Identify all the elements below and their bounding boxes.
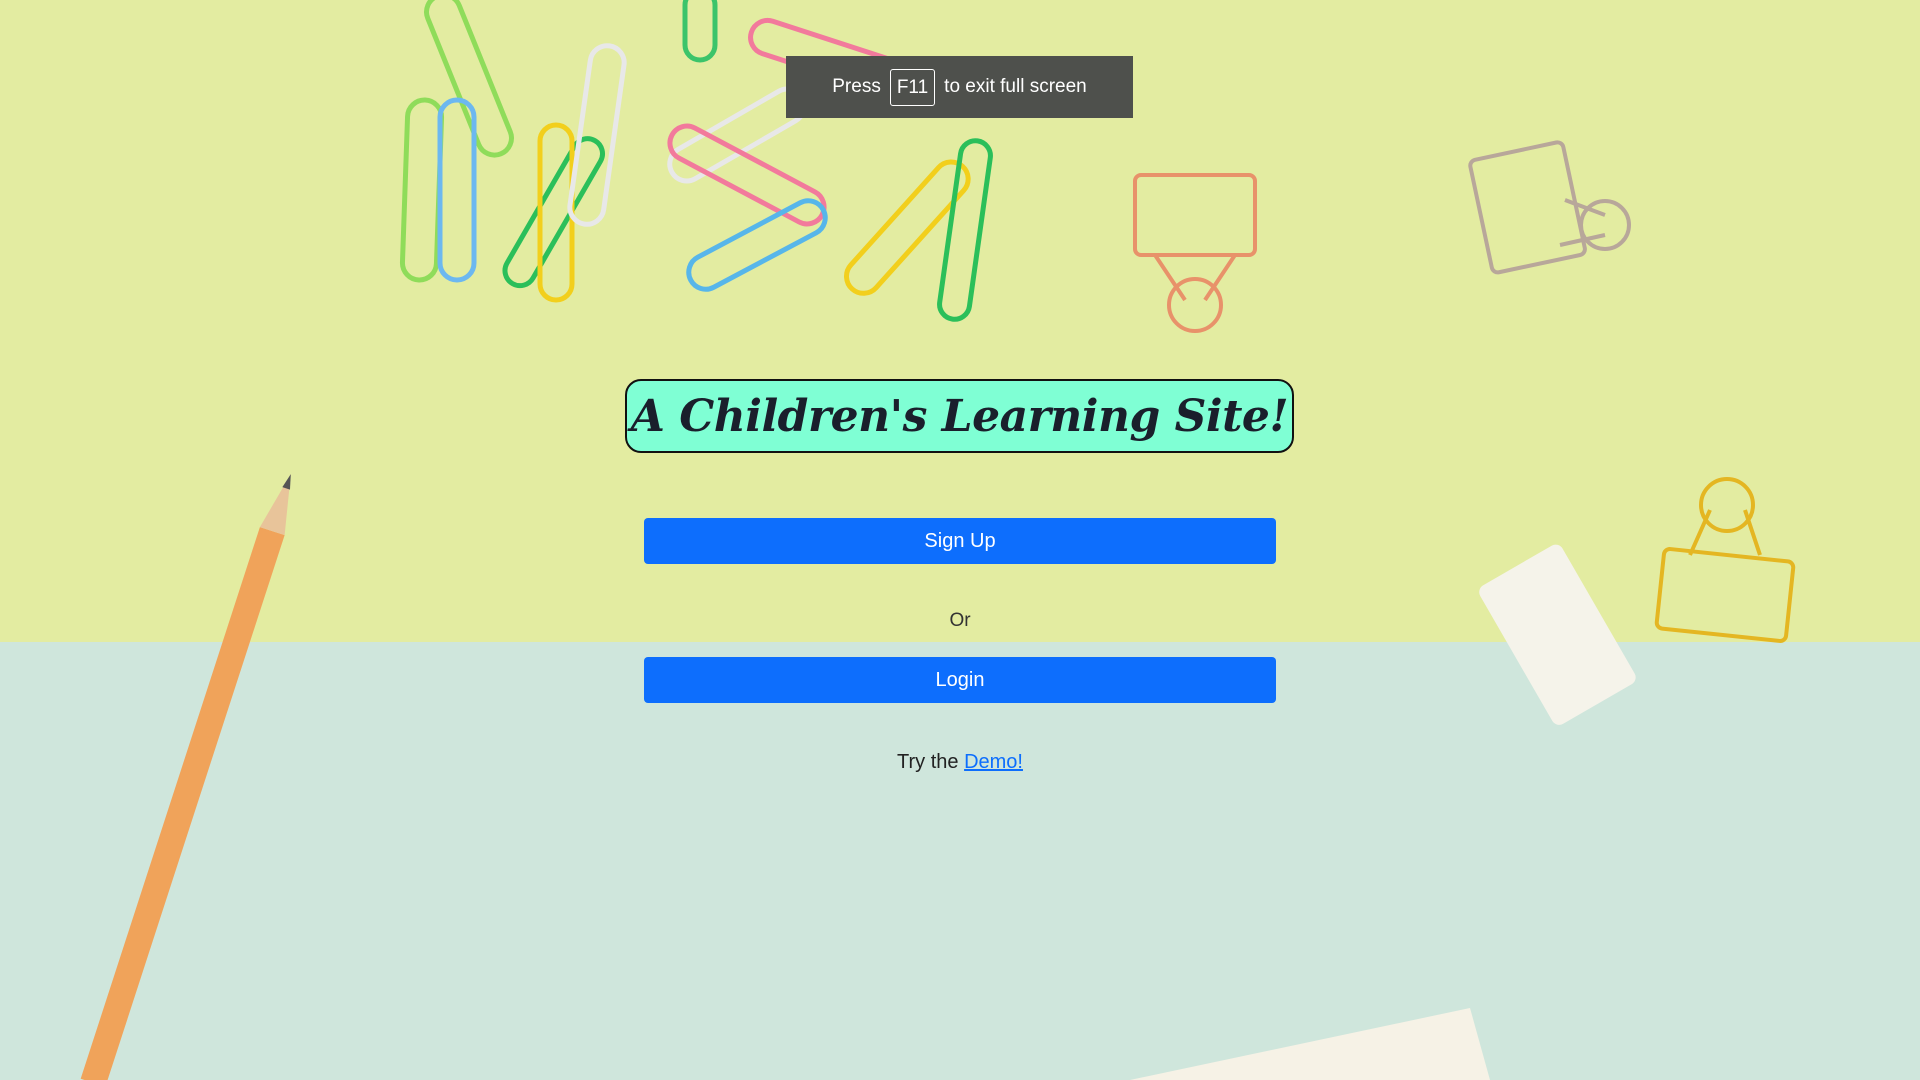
paper-clip bbox=[682, 0, 718, 63]
site-title-banner: A Children's Learning Site! bbox=[625, 379, 1294, 453]
eraser bbox=[1479, 544, 1636, 725]
paper-clip bbox=[437, 97, 477, 283]
paper-clip bbox=[667, 123, 827, 227]
demo-prompt: Try the Demo! bbox=[0, 751, 1920, 774]
paper-clip bbox=[537, 122, 575, 303]
paper-clip bbox=[502, 136, 605, 289]
or-separator: Or bbox=[949, 610, 971, 631]
fullscreen-notice-suffix: to exit full screen bbox=[944, 76, 1087, 97]
fullscreen-notice: Press F11 to exit full screen bbox=[786, 56, 1133, 118]
demo-link[interactable]: Demo! bbox=[964, 751, 1023, 773]
fullscreen-notice-prefix: Press bbox=[832, 76, 881, 97]
page-title: A Children's Learning Site! bbox=[630, 390, 1289, 442]
paper-sheet bbox=[1130, 1008, 1490, 1080]
paper-clip bbox=[686, 198, 828, 292]
binder-clip-silver bbox=[1468, 140, 1631, 275]
f11-key-badge: F11 bbox=[889, 68, 936, 106]
demo-prompt-text: Try the bbox=[897, 751, 959, 773]
binder-clip-copper bbox=[1133, 173, 1257, 333]
login-button[interactable]: Login bbox=[644, 657, 1276, 703]
paper-clip bbox=[399, 97, 445, 283]
paper-clip bbox=[424, 0, 514, 158]
pencil bbox=[80, 474, 291, 1080]
sign-up-button[interactable]: Sign Up bbox=[644, 518, 1276, 564]
